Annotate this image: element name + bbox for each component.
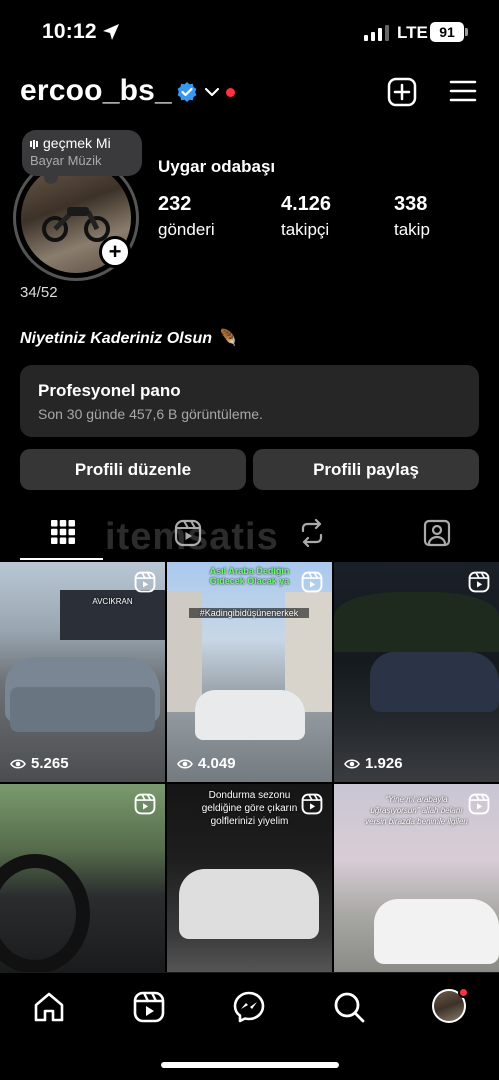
note-artist: Bayar Müzik (30, 153, 102, 168)
car-body-shape (10, 687, 155, 732)
stat-posts[interactable]: 232 gönderi (158, 193, 215, 240)
verified-icon (177, 82, 197, 102)
eye-icon (10, 758, 26, 769)
stat-followers-label: takipçi (281, 220, 330, 239)
professional-dashboard[interactable]: Profesyonel pano Son 30 günde 457,6 B gö… (20, 365, 479, 437)
reel-icon (468, 571, 490, 593)
grid-post-2[interactable]: Asıl Araba Dediğin Gidecek Olacak ya #Ka… (167, 562, 332, 782)
car-shape (179, 869, 319, 939)
car-shape (370, 652, 499, 712)
bio: Niyetiniz Kaderiniz Olsun 🪶 (20, 330, 237, 347)
add-story-button[interactable]: + (99, 236, 131, 268)
dashboard-subtitle: Son 30 günde 457,6 B görüntüleme. (38, 406, 263, 422)
tab-tagged[interactable] (374, 512, 499, 562)
profile-notification-dot (458, 987, 469, 998)
post-views: 4.049 (177, 755, 236, 772)
eye-icon (344, 758, 360, 769)
notification-dot (226, 88, 235, 97)
share-profile-button[interactable]: Profili paylaş (253, 449, 479, 490)
edit-profile-button[interactable]: Profili düzenle (20, 449, 246, 490)
post-views-count: 5.265 (31, 755, 69, 772)
status-bar: 10:12 LTE 91 (0, 0, 499, 64)
signal-icon (364, 25, 389, 41)
grid-post-6[interactable]: “Yine mi arabayla uğraşıyorsun” allah be… (334, 784, 499, 972)
grid-post-1[interactable]: AVCIKRAN 5.265 (0, 562, 165, 782)
display-name: Uygar odabaşı (158, 157, 276, 176)
grid-post-4[interactable] (0, 784, 165, 972)
reel-icon (134, 571, 156, 593)
tagged-icon (423, 519, 450, 547)
menu-icon[interactable] (449, 79, 477, 103)
network-label: LTE (397, 23, 428, 42)
highlight-count: 34/52 (20, 284, 58, 301)
stat-following[interactable]: 338 takip (394, 193, 430, 240)
reposts-icon (301, 519, 322, 547)
watermark: itemsatis (105, 516, 279, 558)
grid-post-5[interactable]: Dondurma sezonu geldiğine göre çıkarın g… (167, 784, 332, 972)
trees-shape (334, 592, 499, 652)
motorcycle-image (42, 207, 110, 242)
grid-icon (50, 520, 75, 544)
stat-followers[interactable]: 4.126 takipçi (281, 193, 331, 240)
status-time: 10:12 (42, 20, 97, 43)
post-hashtag-text: #Kadingibidüşünenerkek (189, 608, 309, 618)
note-bubble[interactable]: geçmek Mi Bayar Müzik (22, 130, 142, 184)
post-views: 5.265 (10, 755, 69, 772)
eye-icon (177, 758, 193, 769)
active-tab-indicator (20, 558, 103, 560)
stat-following-value: 338 (394, 193, 428, 215)
music-bars-icon (30, 135, 39, 151)
note-song: geçmek Mi (43, 135, 111, 151)
reel-icon (301, 571, 323, 593)
grid-post-3[interactable]: 1.926 (334, 562, 499, 782)
post-overlay-text: AVCIKRAN (92, 597, 133, 606)
post-views-count: 1.926 (365, 755, 403, 772)
reel-icon (134, 793, 156, 815)
stat-followers-value: 4.126 (281, 193, 332, 215)
car-shape (195, 690, 305, 740)
post-views: 1.926 (344, 755, 403, 772)
location-arrow-icon (103, 24, 119, 40)
battery-level: 91 (430, 22, 464, 42)
search-icon[interactable] (332, 990, 366, 1024)
home-indicator[interactable] (161, 1062, 339, 1068)
home-icon[interactable] (32, 990, 66, 1024)
steering-wheel-shape (0, 854, 90, 972)
profile-username[interactable]: ercoo_bs_ (20, 74, 172, 108)
reel-icon (468, 793, 490, 815)
reel-icon (301, 793, 323, 815)
chevron-down-icon[interactable] (204, 86, 220, 98)
stat-posts-value: 232 (158, 193, 192, 215)
dashboard-title: Profesyonel pano (38, 381, 181, 400)
messenger-icon[interactable] (232, 990, 266, 1024)
stat-following-label: takip (394, 220, 430, 239)
car-shape (374, 899, 499, 964)
post-views-count: 4.049 (198, 755, 236, 772)
add-icon[interactable] (387, 77, 417, 107)
reels-icon[interactable] (132, 990, 166, 1024)
battery-tip (465, 28, 468, 36)
stat-posts-label: gönderi (158, 220, 215, 239)
